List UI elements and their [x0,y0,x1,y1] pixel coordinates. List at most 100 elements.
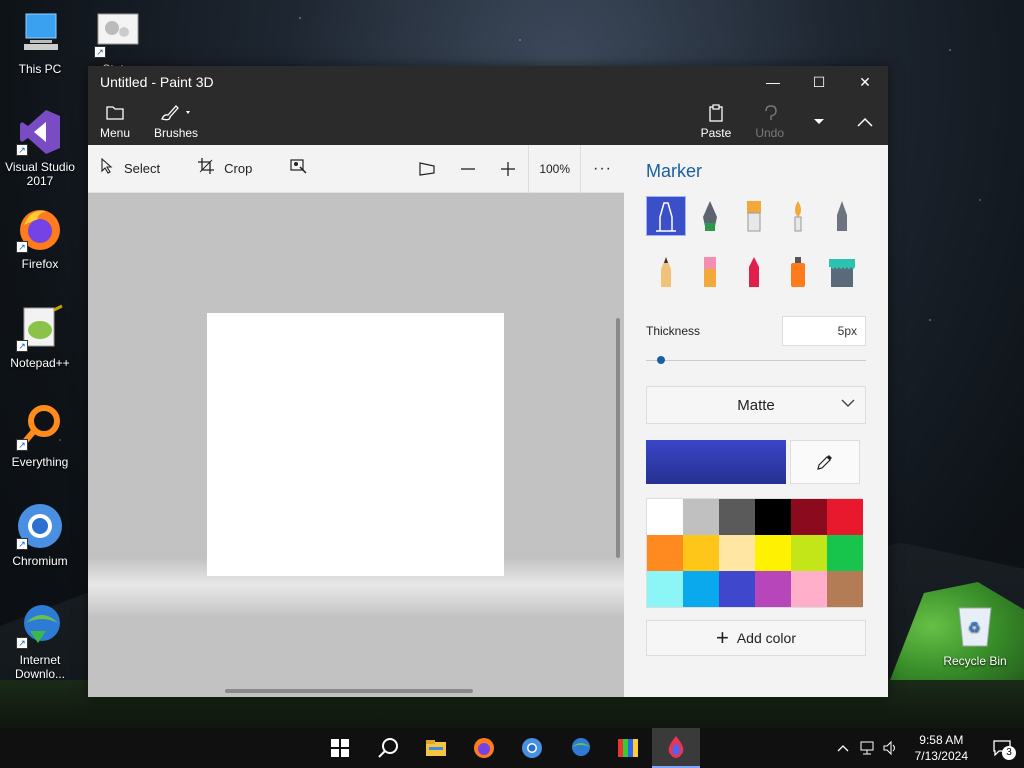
shortcut-arrow-icon: ↗ [16,637,28,649]
color-swatch[interactable] [719,535,755,571]
taskbar-firefox[interactable] [460,728,508,768]
notification-center-button[interactable]: 3 [980,728,1024,768]
pixel-pen-tool[interactable] [822,196,862,236]
finish-dropdown[interactable]: Matte [646,386,866,424]
desktop-icon-visual-studio[interactable]: ↗ Visual Studio 2017 [0,108,80,188]
menu-button[interactable]: Menu [88,104,142,140]
color-swatch[interactable] [827,571,863,607]
desktop-icon-everything[interactable]: ↗ Everything [0,403,80,469]
eyedropper-button[interactable] [790,440,860,484]
current-color-swatch[interactable] [646,440,786,484]
drawing-canvas[interactable] [207,313,504,576]
spray-can-tool[interactable] [778,252,818,292]
minimize-button[interactable]: — [750,66,796,98]
horizontal-scrollbar[interactable] [225,689,473,693]
color-swatch[interactable] [647,499,683,535]
taskbar-paint3d[interactable] [652,728,700,768]
pencil-tool[interactable] [646,252,686,292]
taskbar-app-colorful[interactable] [604,728,652,768]
internet-download-manager-icon [572,738,590,756]
paste-button[interactable]: Paste [689,103,744,140]
start-button[interactable] [316,728,364,768]
magic-select-icon [290,158,308,179]
color-swatch[interactable] [755,571,791,607]
view-3d-button[interactable] [406,145,448,193]
close-button[interactable]: ✕ [842,66,888,98]
calligraphy-pen-tool[interactable] [690,196,730,236]
vertical-scrollbar[interactable] [616,318,620,558]
collapse-ribbon-button[interactable] [842,106,888,138]
color-swatch[interactable] [791,571,827,607]
color-swatch[interactable] [755,499,791,535]
desktop-icon-firefox[interactable]: ↗ Firefox [0,205,80,271]
color-swatch[interactable] [647,535,683,571]
volume-button[interactable] [879,728,903,768]
thickness-label: Thickness [646,324,701,338]
paint3d-window: Untitled - Paint 3D — ☐ ✕ Menu Brushes P… [88,66,888,697]
title-bar[interactable]: Untitled - Paint 3D — ☐ ✕ [88,66,888,98]
color-swatch[interactable] [791,535,827,571]
maximize-button[interactable]: ☐ [796,66,842,98]
add-color-button[interactable]: + Add color [646,620,866,656]
calligraphy-pen-icon [703,201,717,231]
color-swatch[interactable] [755,535,791,571]
desktop-icon-label: Recycle Bin [943,654,1007,668]
desktop-icon-recycle-bin[interactable]: ♻ Recycle Bin [935,602,1015,668]
taskbar-internet-download-manager[interactable] [556,728,604,768]
eraser-tool[interactable] [690,252,730,292]
undo-button[interactable]: Undo [743,104,796,140]
color-swatch[interactable] [683,571,719,607]
magic-select-button[interactable] [278,145,330,193]
taskbar-chromium[interactable] [508,728,556,768]
more-options-button[interactable]: ··· [581,145,624,193]
desktop-icon-internet-download-manager[interactable]: ↗ Internet Downlo... [0,601,80,681]
show-hidden-icons-button[interactable] [831,728,855,768]
ribbon: Menu Brushes Paste Undo [88,98,888,145]
select-button[interactable]: Select [88,145,172,193]
color-swatch[interactable] [719,499,755,535]
color-swatch[interactable] [791,499,827,535]
watercolor-tool[interactable] [778,196,818,236]
crayon-icon [749,257,759,287]
canvas-area[interactable] [88,193,624,697]
slider-thumb[interactable] [657,356,665,364]
brush-tool-grid [646,196,866,292]
computer-icon [16,10,64,58]
taskbar-file-explorer[interactable] [412,728,460,768]
notepad-plus-plus-icon: ↗ [16,304,64,352]
color-swatch[interactable] [683,499,719,535]
taskbar: 9:58 AM 7/13/2024 3 [0,728,1024,768]
system-tray: 9:58 AM 7/13/2024 3 [831,728,1024,768]
color-swatch[interactable] [647,571,683,607]
shortcut-arrow-icon: ↗ [16,439,28,451]
chromium-icon: ↗ [16,502,64,550]
thickness-input[interactable]: 5px [782,316,866,346]
desktop-icon-label: This PC [18,62,62,76]
internet-download-manager-icon: ↗ [16,601,64,649]
file-explorer-icon [426,740,446,756]
color-swatch[interactable] [719,571,755,607]
panel-title: Marker [646,161,703,181]
chevron-up-icon [857,117,873,127]
fill-bucket-icon [829,259,855,287]
clock[interactable]: 9:58 AM 7/13/2024 [903,732,980,764]
brushes-tab[interactable]: Brushes [142,104,210,140]
marker-tool[interactable] [646,196,686,236]
color-swatch[interactable] [827,535,863,571]
crop-button[interactable]: Crop [186,145,264,193]
oil-brush-tool[interactable] [734,196,774,236]
color-swatch[interactable] [683,535,719,571]
desktop-icon-this-pc[interactable]: This PC [0,10,80,76]
fill-tool[interactable] [822,252,862,292]
desktop-icon-notepad-plus-plus[interactable]: ↗ Notepad++ [0,304,80,370]
crayon-tool[interactable] [734,252,774,292]
zoom-out-button[interactable] [448,145,488,193]
color-swatch[interactable] [827,499,863,535]
desktop-icon-chromium[interactable]: ↗ Chromium [0,502,80,568]
network-button[interactable] [855,728,879,768]
thickness-slider[interactable] [646,350,866,370]
zoom-in-button[interactable] [488,145,528,193]
zoom-level[interactable]: 100% [528,144,582,193]
search-button[interactable] [364,728,412,768]
ribbon-overflow-button[interactable] [796,106,842,138]
